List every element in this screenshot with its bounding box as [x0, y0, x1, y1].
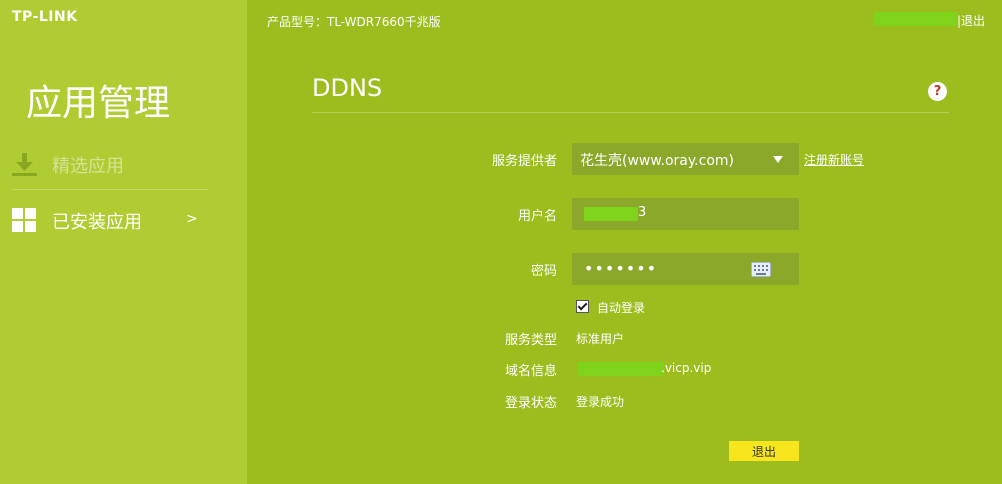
username-value-tail: 3	[638, 205, 647, 220]
title-divider	[312, 112, 949, 113]
domain-redacted	[578, 362, 664, 376]
service-type-label: 服务类型	[504, 333, 557, 348]
login-status-value: 登录成功	[576, 395, 625, 409]
help-icon[interactable]: ?	[928, 82, 947, 101]
header-logout-link[interactable]: |退出	[957, 12, 985, 29]
main-panel: 产品型号：TL-WDR7660千兆版 |退出 DDNS ? 服务提供者 花生壳(…	[247, 0, 1002, 484]
sidebar-item-label: 精选应用	[52, 156, 124, 177]
username-label: 用户名	[517, 209, 557, 224]
domain-value: .vicp.vip	[661, 361, 712, 375]
grid-icon	[12, 208, 37, 233]
tp-link-logo: TP-LINK	[12, 9, 78, 25]
logout-button[interactable]: 退出	[729, 441, 799, 461]
login-status-label: 登录状态	[504, 396, 557, 411]
provider-label: 服务提供者	[491, 154, 557, 169]
auto-login-label: 自动登录	[597, 301, 646, 315]
sidebar: TP-LINK 应用管理 精选应用 已安装应用 >	[0, 0, 247, 484]
password-label: 密码	[530, 264, 557, 279]
product-model: 产品型号：TL-WDR7660千兆版	[267, 15, 441, 29]
keyboard-icon[interactable]	[751, 262, 771, 277]
sidebar-item-installed-apps[interactable]: 已安装应用 >	[0, 198, 247, 242]
provider-select[interactable]: 花生壳(www.oray.com)	[572, 143, 799, 175]
password-value: •••••••	[584, 259, 658, 278]
username-redacted	[874, 12, 958, 26]
download-icon	[12, 152, 37, 177]
register-account-link[interactable]: 注册新账号	[804, 151, 864, 168]
page-title: DDNS	[312, 74, 383, 102]
service-type-value: 标准用户	[576, 332, 625, 346]
sidebar-item-label: 已安装应用	[52, 212, 142, 233]
username-redacted	[584, 207, 638, 221]
domain-label: 域名信息	[504, 364, 557, 379]
chevron-right-icon: >	[186, 211, 198, 227]
provider-value: 花生壳(www.oray.com)	[580, 153, 734, 169]
sidebar-divider	[12, 189, 208, 190]
password-input[interactable]: •••••••	[572, 253, 799, 285]
sidebar-item-featured-apps[interactable]: 精选应用	[0, 142, 247, 186]
username-input[interactable]: 3	[572, 198, 799, 230]
sidebar-title: 应用管理	[26, 83, 171, 124]
chevron-down-icon	[773, 156, 783, 163]
auto-login-checkbox[interactable]	[576, 300, 589, 313]
